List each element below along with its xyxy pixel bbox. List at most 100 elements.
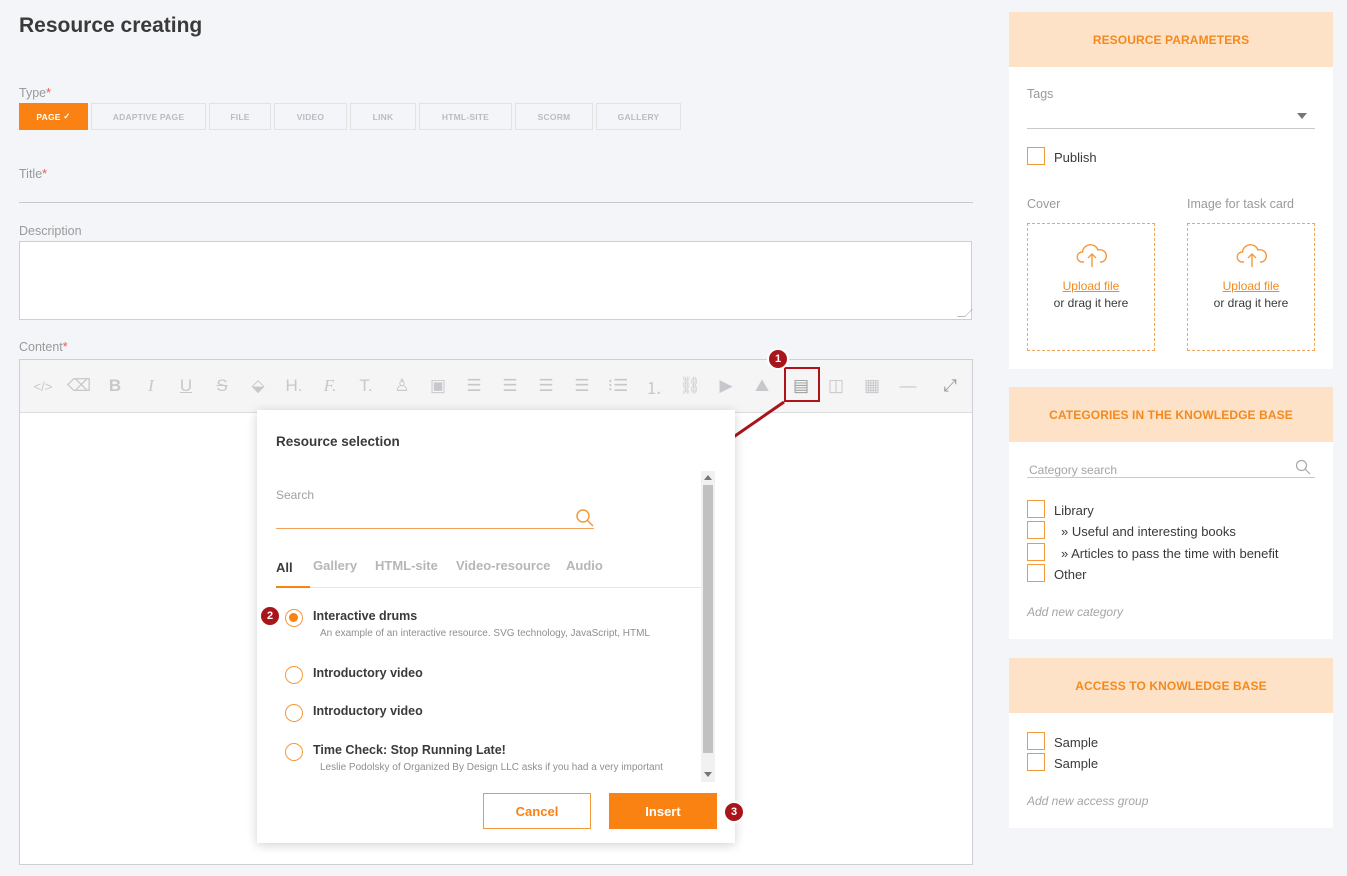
- code-view-icon[interactable]: </>: [32, 375, 54, 397]
- table-icon[interactable]: ▦: [861, 375, 883, 397]
- resource-selection-modal: Resource selection Search All Gallery HT…: [257, 410, 735, 843]
- publish-label: Publish: [1054, 150, 1097, 165]
- tab-gallery[interactable]: Gallery: [313, 558, 357, 573]
- radio-button[interactable]: [285, 666, 303, 684]
- category-search-placeholder: Category search: [1029, 463, 1118, 477]
- bullet-list-icon[interactable]: ⁝☰: [607, 375, 629, 397]
- strikethrough-icon[interactable]: S: [211, 375, 233, 397]
- font-size-icon[interactable]: T.: [355, 375, 377, 397]
- radio-button[interactable]: [285, 743, 303, 761]
- tab-all[interactable]: All: [276, 560, 293, 575]
- italic-icon[interactable]: I: [140, 375, 162, 397]
- check-icon: ✓: [63, 111, 71, 121]
- cover-label: Cover: [1027, 197, 1061, 211]
- resource-parameters-panel: RESOURCE PARAMETERS Tags Publish Cover I…: [1009, 12, 1333, 369]
- category-label: Library: [1054, 503, 1094, 518]
- resource-name: Introductory video: [313, 704, 423, 718]
- type-option-adaptive-page[interactable]: ADAPTIVE PAGE: [91, 103, 206, 130]
- category-checkbox[interactable]: [1027, 500, 1045, 518]
- access-label: Sample: [1054, 756, 1099, 771]
- align-right-icon[interactable]: ☰: [535, 375, 557, 397]
- align-justify-icon[interactable]: ☰: [571, 375, 593, 397]
- type-option-file[interactable]: FILE: [209, 103, 271, 130]
- resource-button-highlight: [784, 367, 820, 402]
- background-color-icon[interactable]: ▣: [427, 375, 449, 397]
- modal-search-input[interactable]: [276, 528, 594, 529]
- upload-file-link[interactable]: Upload file: [1188, 279, 1314, 293]
- modal-title: Resource selection: [276, 434, 400, 449]
- search-icon[interactable]: [1295, 459, 1311, 475]
- eraser-icon[interactable]: ⌫: [67, 375, 91, 397]
- tags-select[interactable]: [1027, 107, 1315, 129]
- category-label: » Articles to pass the time with benefit: [1061, 546, 1279, 561]
- image-icon[interactable]: ⛰: [751, 375, 773, 397]
- resource-description: An example of an interactive resource. S…: [320, 628, 650, 639]
- underline-icon[interactable]: U: [175, 375, 197, 397]
- chevron-down-icon[interactable]: [1297, 113, 1307, 119]
- type-label: Type*: [19, 86, 51, 100]
- paint-bucket-icon[interactable]: ⬙: [247, 375, 269, 397]
- category-label: Other: [1054, 567, 1087, 582]
- category-label: » Useful and interesting books: [1061, 524, 1236, 539]
- page-title: Resource creating: [19, 14, 203, 37]
- publish-checkbox[interactable]: [1027, 147, 1045, 165]
- numbered-list-icon[interactable]: ⒈: [643, 375, 665, 398]
- type-option-video[interactable]: VIDEO: [274, 103, 347, 130]
- access-panel: ACCESS TO KNOWLEDGE BASE Sample Sample A…: [1009, 658, 1333, 828]
- link-icon[interactable]: ⛓: [679, 375, 701, 397]
- type-option-page[interactable]: PAGE ✓: [19, 103, 88, 130]
- type-option-html-site[interactable]: HTML-SITE: [419, 103, 512, 130]
- category-checkbox[interactable]: [1027, 564, 1045, 582]
- align-center-icon[interactable]: ☰: [499, 375, 521, 397]
- type-option-gallery[interactable]: GALLERY: [596, 103, 681, 130]
- description-textarea[interactable]: [19, 241, 973, 320]
- type-option-link[interactable]: LINK: [350, 103, 416, 130]
- resource-name: Time Check: Stop Running Late!: [313, 743, 506, 757]
- search-icon[interactable]: [575, 508, 595, 528]
- tab-video-resource[interactable]: Video-resource: [456, 558, 550, 573]
- active-tab-indicator: [276, 586, 310, 588]
- layout-icon[interactable]: ◫: [825, 375, 847, 397]
- modal-scrollbar[interactable]: [701, 471, 715, 782]
- content-label: Content*: [19, 340, 68, 354]
- panel-heading: RESOURCE PARAMETERS: [1009, 12, 1333, 67]
- scroll-thumb[interactable]: [703, 485, 713, 753]
- type-selector: PAGE ✓ ADAPTIVE PAGE FILE VIDEO LINK HTM…: [19, 103, 681, 130]
- title-label: Title*: [19, 167, 48, 181]
- text-color-icon[interactable]: ♙: [391, 375, 413, 397]
- category-checkbox[interactable]: [1027, 543, 1045, 561]
- panel-heading: ACCESS TO KNOWLEDGE BASE: [1009, 658, 1333, 713]
- type-option-scorm[interactable]: SCORM: [515, 103, 593, 130]
- radio-button[interactable]: [285, 609, 303, 627]
- cloud-upload-icon: [1236, 244, 1268, 267]
- align-left-icon[interactable]: ☰: [463, 375, 485, 397]
- add-access-group-link[interactable]: Add new access group: [1027, 794, 1148, 808]
- access-checkbox[interactable]: [1027, 732, 1045, 750]
- cover-dropzone[interactable]: Upload file or drag it here: [1027, 223, 1155, 351]
- fullscreen-icon[interactable]: ⤢: [939, 375, 961, 397]
- font-family-icon[interactable]: F.: [319, 375, 341, 397]
- category-checkbox[interactable]: [1027, 521, 1045, 539]
- title-input[interactable]: [19, 186, 973, 203]
- drag-hint: or drag it here: [1213, 296, 1289, 310]
- tags-label: Tags: [1027, 87, 1054, 101]
- horizontal-rule-icon[interactable]: —: [897, 375, 919, 397]
- task-image-dropzone[interactable]: Upload file or drag it here: [1187, 223, 1315, 351]
- tab-audio[interactable]: Audio: [566, 558, 603, 573]
- scroll-down-icon[interactable]: [704, 772, 712, 777]
- cancel-button[interactable]: Cancel: [483, 793, 591, 829]
- resize-grip-icon[interactable]: [957, 309, 973, 317]
- resource-name: Introductory video: [313, 666, 423, 680]
- add-category-link[interactable]: Add new category: [1027, 605, 1123, 619]
- upload-file-link[interactable]: Upload file: [1028, 279, 1154, 293]
- insert-button[interactable]: Insert: [609, 793, 717, 829]
- cloud-upload-icon: [1076, 244, 1108, 267]
- heading-icon[interactable]: H.: [283, 375, 305, 397]
- scroll-up-icon[interactable]: [704, 475, 712, 480]
- bold-icon[interactable]: B: [104, 375, 126, 397]
- resource-tabs: All Gallery HTML-site Video-resource Aud…: [276, 558, 702, 588]
- video-icon[interactable]: ▶: [715, 375, 737, 397]
- access-checkbox[interactable]: [1027, 753, 1045, 771]
- tab-html-site[interactable]: HTML-site: [375, 558, 438, 573]
- radio-button[interactable]: [285, 704, 303, 722]
